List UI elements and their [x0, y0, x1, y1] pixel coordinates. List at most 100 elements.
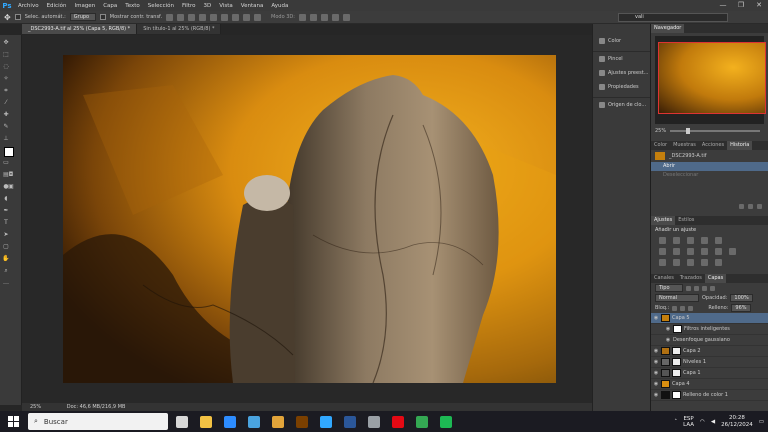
eyedropper-tool-icon[interactable]: ⁄ — [2, 99, 10, 107]
close-button[interactable]: ✕ — [750, 0, 768, 11]
layer-row-capa-5[interactable]: ◉ Capa 5 — [651, 313, 768, 324]
layer-row-niveles-1[interactable]: ◉ Niveles 1 — [651, 357, 768, 368]
gradient-map-icon[interactable] — [701, 259, 708, 266]
vibrance-icon[interactable] — [715, 237, 722, 244]
align-left-icon[interactable] — [199, 13, 207, 21]
tab-channels[interactable]: Canales — [651, 274, 677, 283]
brightness-contrast-icon[interactable] — [659, 237, 666, 244]
distribute-middle-icon[interactable] — [243, 13, 251, 21]
align-right-icon[interactable] — [221, 13, 229, 21]
photoshop-icon[interactable] — [320, 415, 332, 428]
lock-all-icon[interactable] — [688, 305, 694, 311]
dodge-tool-icon[interactable]: ◖ — [2, 195, 10, 203]
spotify-icon[interactable] — [440, 415, 452, 428]
filter-pixel-icon[interactable] — [686, 285, 691, 291]
type-tool-icon[interactable]: T — [2, 219, 10, 227]
scale-3d-icon[interactable] — [342, 13, 350, 21]
menu-seleccion[interactable]: Selección — [144, 3, 178, 9]
filter-shape-icon[interactable] — [710, 285, 715, 291]
tab-swatches[interactable]: Muestras — [670, 141, 699, 150]
visibility-eye-icon[interactable]: ◉ — [653, 370, 659, 376]
align-center-icon[interactable] — [210, 13, 218, 21]
panel-brush[interactable]: Pincel — [593, 52, 650, 66]
auto-select-dropdown[interactable]: Grupo — [69, 13, 96, 21]
tab-layers[interactable]: Capas — [704, 274, 727, 283]
selective-color-icon[interactable] — [715, 259, 722, 266]
transform-controls-checkbox[interactable] — [99, 14, 106, 20]
align-bottom-icon[interactable] — [188, 13, 196, 21]
panel-brush-presets[interactable]: Ajustes preest... — [593, 66, 650, 80]
shape-tool-icon[interactable]: ▢ — [2, 243, 10, 251]
word-icon[interactable] — [344, 415, 356, 428]
tab-actions[interactable]: Acciones — [699, 141, 727, 150]
magic-wand-tool-icon[interactable]: ✧ — [2, 75, 10, 83]
quick-mask-icon[interactable]: ◘ — [7, 171, 15, 179]
layer-row-smart-filters[interactable]: ◉ Filtros inteligentes — [651, 324, 768, 335]
distribute-bottom-icon[interactable] — [254, 13, 262, 21]
threshold-icon[interactable] — [687, 259, 694, 266]
menu-texto[interactable]: Texto — [121, 3, 144, 9]
stamp-tool-icon[interactable]: ⊥ — [2, 135, 10, 143]
drag-3d-icon[interactable] — [320, 13, 328, 21]
tray-chevron-icon[interactable]: ˄ — [674, 419, 677, 425]
black-white-icon[interactable] — [687, 248, 694, 255]
status-zoom[interactable]: 25% — [30, 404, 41, 410]
tab-history[interactable]: Historia — [727, 141, 753, 150]
opacity-input[interactable]: 100% — [730, 294, 753, 302]
foreground-color-swatch[interactable] — [4, 147, 14, 157]
roll-3d-icon[interactable] — [309, 13, 317, 21]
curves-icon[interactable] — [687, 237, 694, 244]
menu-imagen[interactable]: Imagen — [70, 3, 99, 9]
menu-edicion[interactable]: Edición — [43, 3, 71, 9]
language-indicator[interactable]: ESP LAA — [683, 416, 694, 428]
history-snapshot[interactable]: _DSC2993-A.tif — [651, 150, 768, 162]
visibility-eye-icon[interactable]: ◉ — [653, 315, 659, 321]
visibility-eye-icon[interactable]: ◉ — [665, 337, 671, 343]
layer-filter-dropdown[interactable]: Tipo — [655, 284, 683, 292]
layer-row-capa-2[interactable]: ◉ Capa 2 — [651, 346, 768, 357]
panel-color[interactable]: Color — [593, 34, 650, 48]
menu-capa[interactable]: Capa — [99, 3, 121, 9]
filter-adjust-icon[interactable] — [694, 285, 699, 291]
zoom-icon[interactable] — [224, 415, 236, 428]
color-balance-icon[interactable] — [673, 248, 680, 255]
photo-filter-icon[interactable] — [701, 248, 708, 255]
menu-filtro[interactable]: Filtro — [178, 3, 199, 9]
visibility-eye-icon[interactable]: ◉ — [665, 326, 671, 332]
tab-navigator[interactable]: Navegador — [651, 24, 685, 33]
navigator-zoom[interactable]: 25% — [655, 127, 666, 135]
path-select-tool-icon[interactable]: ➤ — [2, 231, 10, 239]
visibility-eye-icon[interactable]: ◉ — [653, 348, 659, 354]
healing-tool-icon[interactable]: ✚ — [2, 111, 10, 119]
blend-mode-dropdown[interactable]: Normal — [655, 294, 699, 302]
history-item-deselect[interactable]: Deseleccionar — [651, 171, 768, 180]
exposure-icon[interactable] — [701, 237, 708, 244]
screen-mode-icon[interactable]: ▣ — [7, 183, 15, 191]
lasso-tool-icon[interactable]: ◌ — [2, 63, 10, 71]
photoshop-logo[interactable]: Ps — [0, 0, 14, 11]
new-document-from-state-icon[interactable] — [739, 204, 744, 209]
menu-ayuda[interactable]: Ayuda — [267, 3, 292, 9]
visibility-eye-icon[interactable]: ◉ — [653, 359, 659, 365]
more-tools-icon[interactable]: … — [2, 279, 10, 287]
panel-properties[interactable]: Propiedades — [593, 80, 650, 94]
maps-icon[interactable] — [368, 415, 380, 428]
marquee-tool-icon[interactable]: ⬚ — [2, 51, 10, 59]
document-canvas[interactable] — [63, 55, 556, 383]
navigator-preview[interactable] — [655, 36, 766, 124]
move-tool-icon[interactable]: ✥ — [2, 39, 10, 47]
history-item-open[interactable]: Abrir — [651, 162, 768, 171]
filter-type-icon[interactable] — [702, 285, 707, 291]
distribute-top-icon[interactable] — [232, 13, 240, 21]
illustrator-icon[interactable] — [296, 415, 308, 428]
layer-row-color-fill[interactable]: ◉ Relleno de color 1 — [651, 390, 768, 401]
file-explorer-icon[interactable] — [200, 415, 212, 428]
zoom-tool-icon[interactable]: ⌕ — [2, 267, 10, 275]
tab-styles[interactable]: Estilos — [675, 216, 697, 225]
panel-clone-source[interactable]: Origen de clo... — [593, 98, 650, 112]
posterize-icon[interactable] — [673, 259, 680, 266]
navigator-zoom-handle[interactable] — [686, 128, 691, 134]
levels-icon[interactable] — [673, 237, 680, 244]
eraser-tool-icon[interactable]: ▭ — [2, 159, 10, 167]
align-middle-icon[interactable] — [177, 13, 185, 21]
